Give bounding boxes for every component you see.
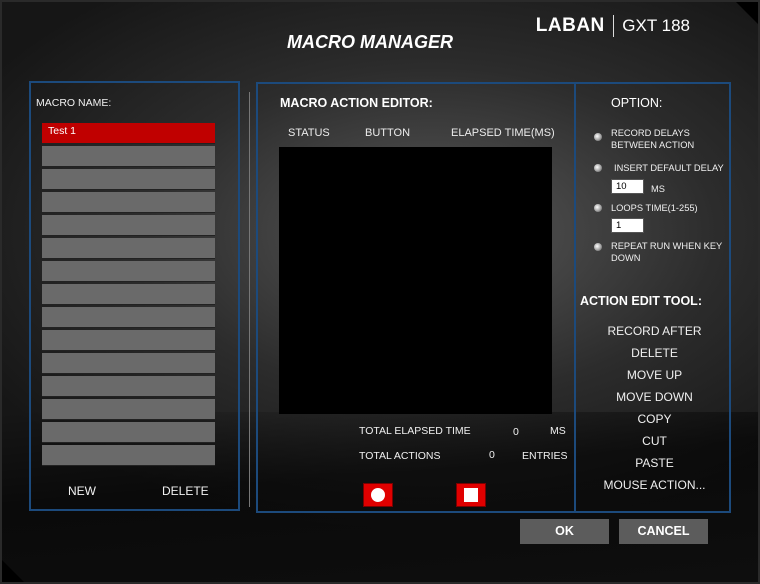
delete-action-button[interactable]: DELETE: [576, 346, 733, 360]
insert-default-delay-radio[interactable]: [594, 164, 602, 172]
options-panel: OPTION: RECORD DELAYS BETWEEN ACTION INS…: [574, 82, 731, 513]
macro-list-item[interactable]: Test 1: [42, 123, 215, 144]
default-delay-input[interactable]: [611, 179, 644, 194]
cut-button[interactable]: CUT: [576, 434, 733, 448]
cancel-button[interactable]: CANCEL: [619, 519, 708, 544]
macro-list-panel: MACRO NAME: Test 1 NEW DELETE: [29, 81, 240, 511]
stop-button[interactable]: [456, 483, 486, 507]
brand-name: LABAN: [535, 15, 605, 36]
repeat-run-label: REPEAT RUN WHEN KEY DOWN: [611, 241, 723, 263]
editor-title: MACRO ACTION EDITOR:: [280, 96, 433, 110]
record-after-button[interactable]: RECORD AFTER: [576, 324, 733, 338]
macro-list-item[interactable]: [42, 192, 215, 213]
record-button[interactable]: [363, 483, 393, 507]
corner-notch-top-right: [736, 2, 758, 24]
macro-list-item[interactable]: [42, 146, 215, 167]
column-header-button: BUTTON: [365, 127, 411, 139]
panel-divider: [249, 92, 250, 507]
macro-name-label: MACRO NAME:: [36, 97, 112, 109]
repeat-run-radio[interactable]: [594, 243, 602, 251]
column-header-status: STATUS: [288, 127, 330, 139]
macro-list-item[interactable]: [42, 330, 215, 351]
option-title: OPTION:: [611, 96, 663, 110]
ok-button[interactable]: OK: [520, 519, 609, 544]
macro-action-editor-panel: MACRO ACTION EDITOR: STATUS BUTTON ELAPS…: [256, 82, 576, 513]
macro-list-item[interactable]: [42, 399, 215, 420]
macro-list: Test 1: [42, 123, 215, 468]
macro-list-item[interactable]: [42, 261, 215, 282]
total-actions-unit: ENTRIES: [522, 450, 568, 462]
macro-list-item[interactable]: [42, 422, 215, 443]
loops-time-input[interactable]: [611, 218, 644, 233]
record-icon: [371, 488, 385, 502]
macro-list-item[interactable]: [42, 307, 215, 328]
brand-logo: LABAN GXT 188: [536, 15, 690, 37]
total-elapsed-time-value: 0: [513, 426, 519, 438]
total-elapsed-time-label: TOTAL ELAPSED TIME: [359, 425, 471, 437]
delete-macro-button[interactable]: DELETE: [162, 484, 209, 498]
paste-button[interactable]: PASTE: [576, 456, 733, 470]
macro-list-item[interactable]: [42, 238, 215, 259]
loops-time-radio[interactable]: [594, 204, 602, 212]
brand-model: GXT 188: [622, 16, 690, 35]
macro-manager-window: MACRO MANAGER LABAN GXT 188 MACRO NAME: …: [0, 0, 760, 584]
default-delay-unit: MS: [651, 184, 665, 194]
insert-default-delay-label: INSERT DEFAULT DELAY: [614, 163, 724, 173]
action-edit-tool-title: ACTION EDIT TOOL:: [580, 294, 702, 308]
total-actions-label: TOTAL ACTIONS: [359, 450, 441, 462]
stop-icon: [464, 488, 478, 502]
total-actions-value: 0: [489, 449, 495, 461]
column-header-elapsed-time: ELAPSED TIME(MS): [451, 127, 555, 139]
macro-list-item[interactable]: [42, 353, 215, 374]
brand-separator: [612, 15, 615, 37]
new-macro-button[interactable]: NEW: [68, 484, 96, 498]
record-delays-radio[interactable]: [594, 133, 602, 141]
mouse-action-button[interactable]: MOUSE ACTION...: [576, 478, 733, 492]
move-down-button[interactable]: MOVE DOWN: [576, 390, 733, 404]
copy-button[interactable]: COPY: [576, 412, 733, 426]
macro-list-item[interactable]: [42, 376, 215, 397]
record-delays-label: RECORD DELAYS BETWEEN ACTION: [611, 128, 695, 150]
action-list[interactable]: [279, 147, 552, 414]
macro-list-item[interactable]: [42, 284, 215, 305]
move-up-button[interactable]: MOVE UP: [576, 368, 733, 382]
macro-list-item[interactable]: [42, 215, 215, 236]
macro-list-item[interactable]: [42, 445, 215, 466]
macro-list-item[interactable]: [42, 169, 215, 190]
total-elapsed-time-unit: MS: [550, 425, 566, 437]
loops-time-label: LOOPS TIME(1-255): [611, 203, 698, 213]
corner-notch-bottom-left: [2, 560, 24, 582]
